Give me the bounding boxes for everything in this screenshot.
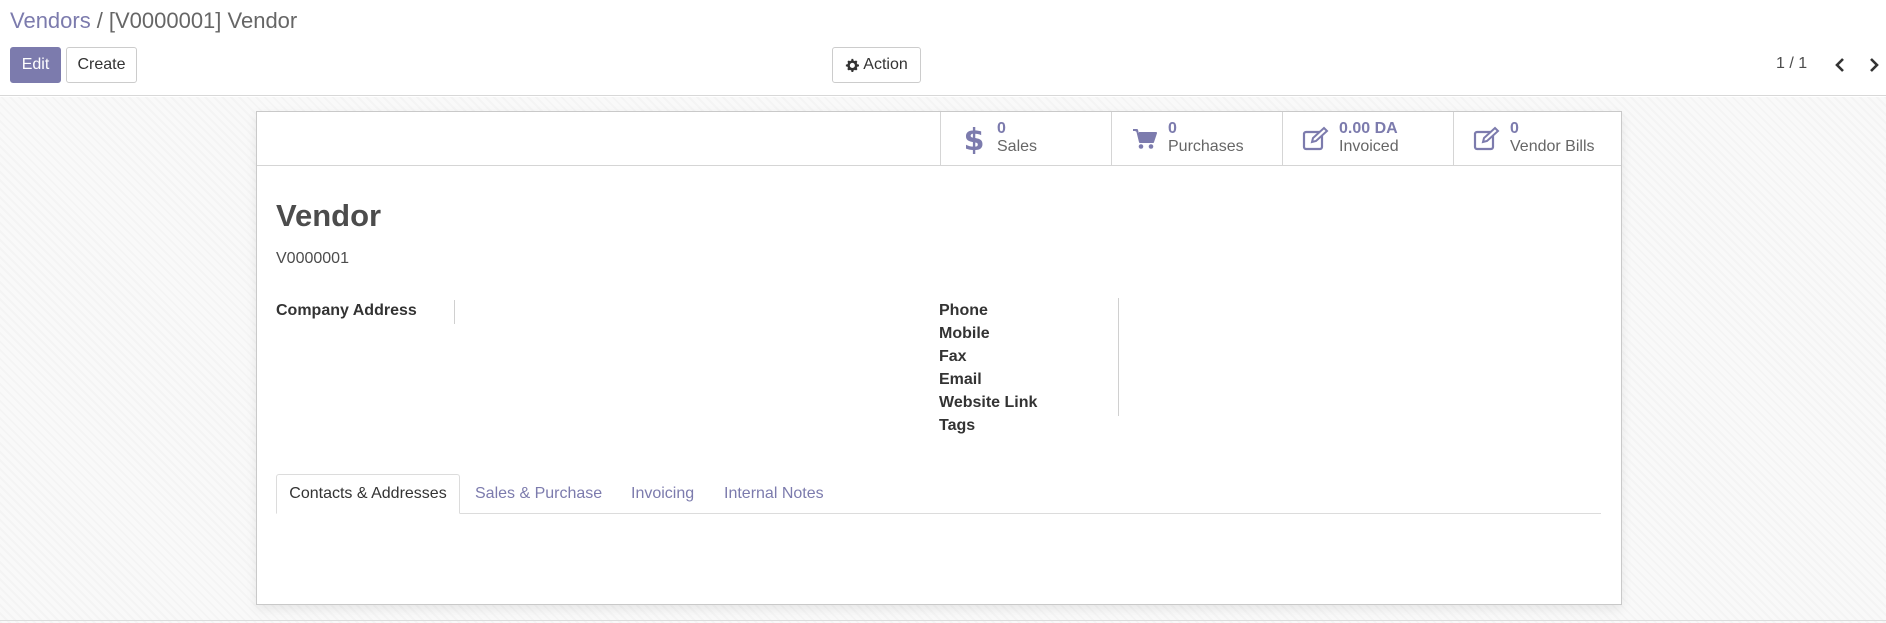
purchases-smart-button[interactable]: 0 Purchases — [1111, 112, 1282, 165]
record-title: Vendor — [276, 198, 382, 233]
fax-label: Fax — [939, 348, 967, 365]
mobile-label: Mobile — [939, 325, 990, 342]
edit-icon — [1472, 124, 1502, 154]
cart-icon — [1130, 124, 1160, 154]
invoiced-amount: 0.00 DA — [1339, 120, 1398, 137]
vendor-bills-label: Vendor Bills — [1510, 138, 1595, 155]
company-address-divider — [454, 300, 455, 324]
tab-invoicing[interactable]: Invoicing — [631, 474, 694, 513]
notebook-tabs: Contacts & Addresses Sales & Purchase In… — [276, 474, 1601, 514]
tab-internal-notes[interactable]: Internal Notes — [724, 474, 824, 513]
bottom-divider — [0, 620, 1886, 621]
invoiced-label: Invoiced — [1339, 138, 1399, 155]
record-reference: V0000001 — [276, 250, 349, 267]
sales-smart-button[interactable]: $ 0 Sales — [940, 112, 1111, 165]
pager-next-button[interactable] — [1862, 52, 1886, 78]
create-button[interactable]: Create — [66, 47, 137, 83]
control-panel: Vendors / [V0000001] Vendor Edit Create Ac… — [0, 0, 1886, 96]
pager-value[interactable]: 1 / 1 — [1776, 55, 1807, 73]
sales-count: 0 — [997, 120, 1006, 137]
tags-label: Tags — [939, 417, 976, 434]
website-link-label: Website Link — [939, 394, 1038, 411]
phone-label: Phone — [939, 302, 988, 319]
company-address-label: Company Address — [276, 302, 417, 319]
vendor-bills-count: 0 — [1510, 120, 1519, 137]
form-sheet: $ 0 Sales 0 Purchases 0.00 DA Invoiced 0… — [256, 111, 1622, 605]
svg-text:$: $ — [965, 124, 983, 154]
action-dropdown-button[interactable]: Action — [832, 47, 921, 83]
vendor-bills-smart-button[interactable]: 0 Vendor Bills — [1453, 112, 1624, 165]
purchases-count: 0 — [1168, 120, 1177, 137]
chevron-left-icon — [1835, 58, 1844, 72]
pager-previous-button[interactable] — [1828, 52, 1852, 78]
breadcrumb-vendors-link[interactable]: Vendors — [10, 8, 91, 33]
chevron-right-icon — [1870, 58, 1879, 72]
tab-sales-purchase[interactable]: Sales & Purchase — [475, 474, 602, 513]
email-label: Email — [939, 371, 982, 388]
breadcrumb: Vendors / [V0000001] Vendor — [10, 8, 297, 34]
edit-button[interactable]: Edit — [10, 47, 61, 83]
purchases-label: Purchases — [1168, 138, 1244, 155]
edit-icon — [1301, 124, 1331, 154]
sales-label: Sales — [997, 138, 1038, 155]
tab-contacts-addresses[interactable]: Contacts & Addresses — [276, 474, 460, 514]
action-label: Action — [863, 56, 908, 73]
gear-icon — [846, 58, 860, 72]
dollar-icon: $ — [959, 124, 989, 154]
breadcrumb-current: [V0000001] Vendor — [108, 8, 298, 33]
smart-button-box: $ 0 Sales 0 Purchases 0.00 DA Invoiced 0… — [257, 112, 1621, 166]
breadcrumb-separator: / — [96, 8, 103, 33]
invoiced-smart-button[interactable]: 0.00 DA Invoiced — [1282, 112, 1453, 165]
contact-fields-divider — [1118, 298, 1119, 416]
